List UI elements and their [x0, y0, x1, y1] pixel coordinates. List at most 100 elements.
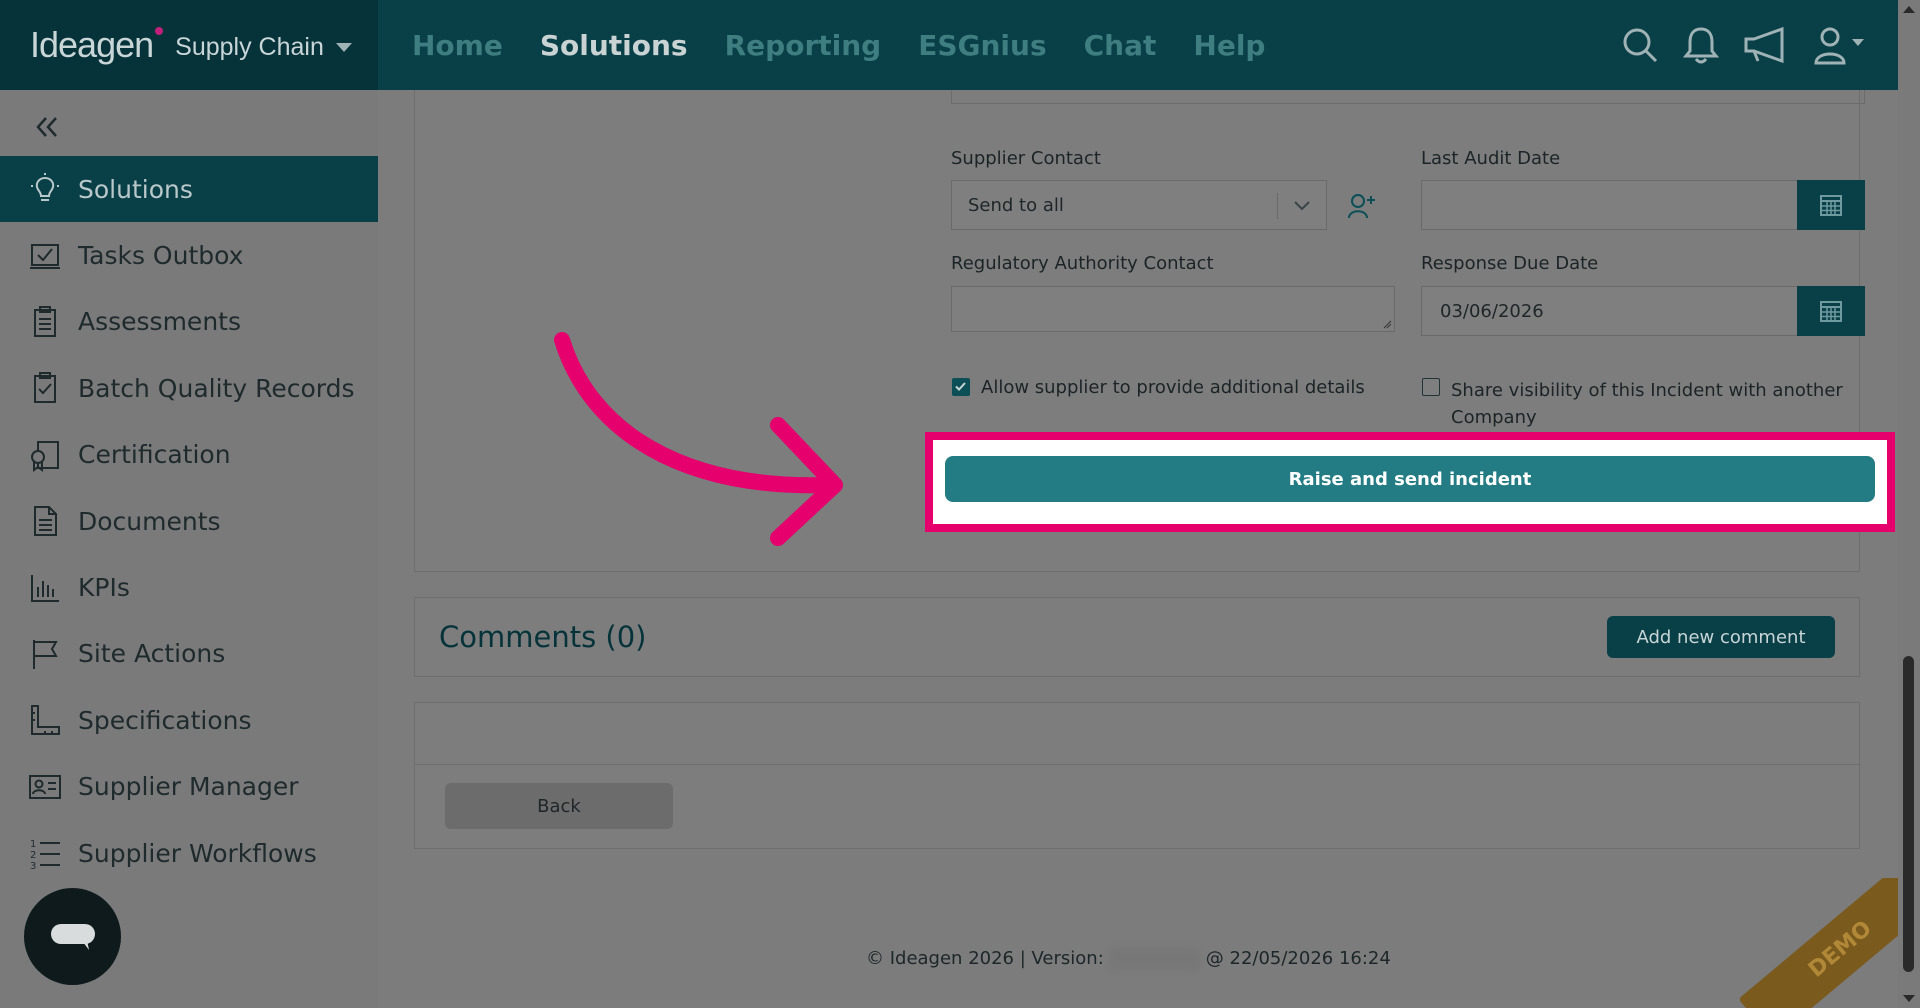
divider — [415, 764, 1859, 765]
nav-chat[interactable]: Chat — [1084, 29, 1157, 62]
ruler-icon — [28, 703, 62, 737]
svg-text:3: 3 — [30, 861, 36, 870]
sidebar: Solutions Tasks Outbox Assessments Batch… — [0, 90, 378, 1008]
raise-and-send-incident-button[interactable]: Raise and send incident — [945, 456, 1875, 502]
response-due-date-value: 03/06/2026 — [1440, 301, 1544, 322]
clipboard-icon — [28, 305, 62, 339]
footer-copyright: © Ideagen 2026 | Version: — [866, 948, 1104, 969]
sidebar-item-label: Supplier Manager — [78, 772, 299, 802]
sidebar-item-label: Documents — [78, 506, 221, 536]
brand-switcher[interactable]: Ideagen Supply Chain — [0, 0, 378, 90]
response-due-date-input[interactable]: 03/06/2026 — [1421, 286, 1799, 336]
chat-icon — [50, 923, 95, 950]
top-navigation-bar: Ideagen Supply Chain Home Solutions Repo… — [0, 0, 1898, 90]
flag-icon — [28, 637, 62, 671]
footer: © Ideagen 2026 | Version: @ 22/05/2026 16… — [866, 948, 1391, 970]
sidebar-menu: Solutions Tasks Outbox Assessments Batch… — [0, 156, 378, 886]
sidebar-item-label: Assessments — [78, 307, 241, 337]
nav-home[interactable]: Home — [412, 29, 503, 62]
supplier-contact-value: Send to all — [968, 195, 1064, 216]
response-due-date-label: Response Due Date — [1421, 253, 1599, 274]
supplier-contact-label: Supplier Contact — [951, 148, 1101, 169]
product-name: Supply Chain — [175, 32, 324, 61]
resize-handle-icon — [1383, 320, 1392, 329]
sidebar-item-label: Site Actions — [78, 639, 226, 669]
search-icon[interactable] — [1620, 25, 1660, 65]
sidebar-item-batch-quality-records[interactable]: Batch Quality Records — [0, 355, 378, 421]
allow-supplier-label: Allow supplier to provide additional det… — [981, 377, 1365, 398]
chat-launcher-button[interactable] — [24, 888, 121, 985]
header-actions — [1620, 0, 1868, 90]
sidebar-item-supplier-workflows[interactable]: 123 Supplier Workflows — [0, 820, 378, 886]
clipboard-check-icon — [28, 371, 62, 405]
bell-icon[interactable] — [1682, 25, 1720, 65]
scroll-thumb[interactable] — [1903, 656, 1914, 972]
sidebar-item-certification[interactable]: Certification — [0, 422, 378, 488]
sidebar-item-kpis[interactable]: KPIs — [0, 554, 378, 620]
response-due-calendar-button[interactable] — [1797, 286, 1865, 336]
sidebar-item-site-actions[interactable]: Site Actions — [0, 621, 378, 687]
description-textarea-bottom[interactable] — [951, 90, 1865, 104]
back-button[interactable]: Back — [445, 783, 673, 829]
nav-help[interactable]: Help — [1193, 29, 1265, 62]
sidebar-item-specifications[interactable]: Specifications — [0, 687, 378, 753]
sidebar-item-documents[interactable]: Documents — [0, 488, 378, 554]
scroll-down-icon[interactable] — [1903, 995, 1915, 1002]
calendar-icon — [1820, 195, 1842, 216]
annotation-arrow-icon — [554, 332, 843, 546]
svg-text:2: 2 — [30, 850, 36, 861]
add-contact-icon[interactable] — [1347, 192, 1377, 220]
calendar-icon — [1820, 301, 1842, 322]
main-nav: Home Solutions Reporting ESGnius Chat He… — [412, 0, 1265, 90]
tasks-outbox-icon — [28, 239, 62, 273]
highlight-box: Raise and send incident — [925, 432, 1895, 532]
comments-title: Comments (0) — [439, 620, 647, 654]
share-visibility-checkbox[interactable] — [1422, 378, 1440, 396]
sidebar-item-label: Solutions — [78, 174, 193, 204]
collapse-sidebar-icon[interactable] — [30, 110, 64, 144]
demo-label: DEMO — [1740, 878, 1898, 1008]
sidebar-item-assessments[interactable]: Assessments — [0, 289, 378, 355]
user-menu-icon[interactable] — [1812, 25, 1868, 65]
certificate-icon — [28, 438, 62, 472]
sidebar-item-label: Supplier Workflows — [78, 838, 317, 868]
page-scrollbar[interactable] — [1898, 0, 1920, 1008]
ideagen-logo: Ideagen — [30, 24, 154, 65]
select-divider — [1277, 193, 1278, 219]
last-audit-date-label: Last Audit Date — [1421, 148, 1561, 169]
scroll-up-icon[interactable] — [1903, 6, 1915, 13]
sidebar-item-tasks-outbox[interactable]: Tasks Outbox — [0, 222, 378, 288]
nav-reporting[interactable]: Reporting — [725, 29, 882, 62]
nav-solutions[interactable]: Solutions — [540, 29, 688, 62]
bar-chart-icon — [28, 571, 62, 605]
svg-text:1: 1 — [30, 839, 36, 850]
version-redacted — [1109, 948, 1200, 970]
sidebar-item-label: KPIs — [78, 573, 130, 603]
sidebar-item-label: Certification — [78, 440, 231, 470]
id-card-icon — [28, 770, 62, 804]
actions-panel: Back — [414, 702, 1860, 849]
supplier-contact-select[interactable]: Send to all — [951, 180, 1327, 230]
last-audit-date-input[interactable] — [1421, 180, 1799, 230]
numbered-list-icon: 123 — [28, 836, 62, 870]
sidebar-item-solutions[interactable]: Solutions — [0, 156, 378, 223]
megaphone-icon[interactable] — [1742, 25, 1790, 65]
lightbulb-icon — [28, 172, 62, 206]
add-new-comment-button[interactable]: Add new comment — [1607, 616, 1835, 658]
demo-watermark: DEMO — [1740, 878, 1898, 1008]
sidebar-item-label: Batch Quality Records — [78, 373, 355, 403]
allow-supplier-checkbox[interactable] — [952, 378, 970, 396]
comments-section: Comments (0) Add new comment — [414, 597, 1860, 677]
last-audit-calendar-button[interactable] — [1797, 180, 1865, 230]
regulatory-authority-label: Regulatory Authority Contact — [951, 253, 1214, 274]
logo-dot — [155, 27, 164, 35]
regulatory-authority-textarea[interactable] — [951, 286, 1395, 332]
document-icon — [28, 504, 62, 538]
sidebar-item-supplier-manager[interactable]: Supplier Manager — [0, 754, 378, 820]
chevron-down-icon — [1294, 201, 1310, 211]
chevron-down-icon — [335, 42, 352, 52]
checkmark-icon — [955, 382, 966, 391]
sidebar-item-label: Specifications — [78, 705, 252, 735]
nav-esgnius[interactable]: ESGnius — [918, 29, 1046, 62]
footer-timestamp: @ 22/05/2026 16:24 — [1205, 948, 1391, 969]
